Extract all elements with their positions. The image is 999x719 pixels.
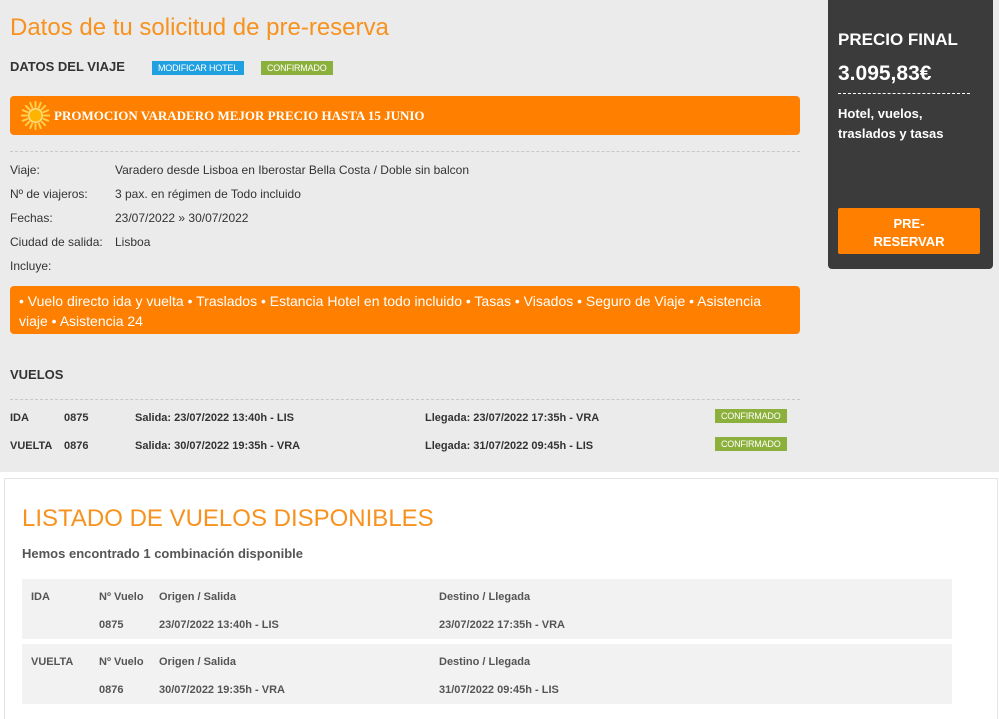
flight-number: 0875 — [64, 412, 89, 424]
flight-origin: 30/07/2022 19:35h - VRA — [159, 684, 285, 696]
promo-text: PROMOCION VARADERO MEJOR PRECIO HASTA 15… — [54, 108, 425, 123]
modify-hotel-button[interactable]: MODIFICAR HOTEL — [152, 61, 245, 75]
flight-destination: 23/07/2022 17:35h - VRA — [439, 619, 565, 631]
pre-reserve-button[interactable]: PRE- RESERVAR — [838, 208, 980, 254]
flight-option-block[interactable]: IDA Nº Vuelo Origen / Salida Destino / L… — [22, 579, 952, 639]
destination-header: Destino / Llegada — [439, 656, 531, 668]
departure-city-label: Ciudad de salida: — [10, 235, 103, 249]
travelers-label: Nº de viajeros: — [10, 187, 88, 201]
dates-label: Fechas: — [10, 211, 53, 225]
status-badge: CONFIRMADO — [261, 61, 333, 75]
flight-origin: 23/07/2022 13:40h - LIS — [159, 619, 279, 631]
flight-option-block[interactable]: VUELTA Nº Vuelo Origen / Salida Destino … — [22, 644, 952, 704]
includes-box: • Vuelo directo ida y vuelta • Traslados… — [10, 286, 800, 334]
results-count-text: Hemos encontrado 1 combinación disponibl… — [22, 546, 303, 561]
destination-header: Destino / Llegada — [439, 591, 531, 603]
flight-status-badge: CONFIRMADO — [715, 437, 787, 451]
price-description: Hotel, vuelos, traslados y tasas — [838, 106, 944, 141]
available-flights-title: LISTADO DE VUELOS DISPONIBLES — [22, 505, 434, 532]
flight-departure: Salida: 30/07/2022 19:35h - VRA — [135, 440, 301, 452]
flight-arrival: Llegada: 31/07/2022 09:45h - LIS — [425, 440, 594, 452]
trip-value: Varadero desde Lisboa en Iberostar Bella… — [115, 163, 469, 177]
origin-header: Origen / Salida — [159, 656, 237, 668]
divider — [10, 151, 800, 152]
flight-number: 0875 — [99, 619, 124, 631]
promo-banner: PROMOCION VARADERO MEJOR PRECIO HASTA 15… — [10, 96, 800, 135]
flight-type: VUELTA — [31, 656, 74, 668]
flight-arrival: Llegada: 23/07/2022 17:35h - VRA — [425, 412, 600, 424]
flight-destination: 31/07/2022 09:45h - LIS — [439, 684, 559, 696]
flight-number: 0876 — [64, 440, 89, 452]
final-price: 3.095,83€ — [838, 62, 932, 85]
page-title: Datos de tu solicitud de pre-reserva — [10, 14, 389, 41]
flight-number-header: Nº Vuelo — [99, 591, 144, 603]
origin-header: Origen / Salida — [159, 591, 237, 603]
final-price-label: PRECIO FINAL — [838, 30, 958, 49]
pre-reserve-button-label: PRE- RESERVAR — [873, 216, 945, 249]
flight-status-badge: CONFIRMADO — [715, 409, 787, 423]
section-label-trip: DATOS DEL VIAJE — [10, 59, 125, 74]
flights-title: VUELOS — [10, 367, 64, 382]
dates-value: 23/07/2022 » 30/07/2022 — [115, 211, 249, 225]
departure-city-value: Lisboa — [115, 235, 151, 249]
flight-type: VUELTA — [10, 440, 53, 452]
includes-label: Incluye: — [10, 259, 52, 273]
price-sidebar: PRECIO FINAL 3.095,83€ Hotel, vuelos, tr… — [828, 0, 993, 269]
divider — [10, 399, 800, 400]
flight-number-header: Nº Vuelo — [99, 656, 144, 668]
flight-type: IDA — [31, 591, 50, 603]
travelers-value: 3 pax. en régimen de Todo incluido — [115, 187, 301, 201]
divider — [838, 93, 970, 94]
flight-number: 0876 — [99, 684, 124, 696]
flight-departure: Salida: 23/07/2022 13:40h - LIS — [135, 412, 294, 424]
flight-type: IDA — [10, 412, 29, 424]
sun-icon — [21, 101, 50, 130]
trip-label: Viaje: — [10, 163, 40, 177]
